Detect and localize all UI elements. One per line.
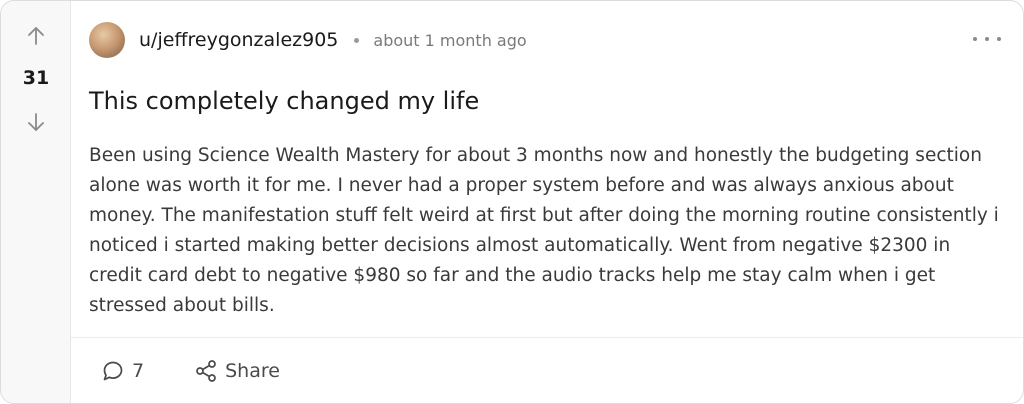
upvote-button[interactable] (23, 23, 49, 49)
vote-rail: 31 (1, 1, 71, 403)
share-nodes-icon (196, 360, 216, 382)
downvote-button[interactable] (23, 109, 49, 135)
post-content: u/jeffreygonzalez905 about 1 month ago T… (71, 1, 1023, 403)
comment-bubble-icon (103, 361, 123, 381)
username-link[interactable]: u/jeffreygonzalez905 (139, 29, 338, 51)
separator-dot (354, 37, 360, 43)
vote-score: 31 (22, 67, 50, 89)
share-button[interactable]: Share (194, 359, 280, 383)
more-horizontal-icon (973, 37, 977, 41)
more-options-button[interactable] (973, 29, 1001, 49)
comment-count: 7 (132, 360, 145, 382)
arrow-down-icon (28, 113, 44, 131)
comments-button[interactable]: 7 (101, 359, 144, 383)
avatar[interactable] (89, 22, 125, 58)
post-header: u/jeffreygonzalez905 about 1 month ago (89, 21, 1009, 59)
post-timestamp: about 1 month ago (373, 30, 527, 50)
arrow-up-icon (28, 27, 44, 45)
post-card: 31 u/jeffreygonzalez905 about 1 month ag… (0, 0, 1024, 404)
post-title: This completely changed my life (89, 87, 480, 115)
divider (71, 337, 1023, 338)
post-body: Been using Science Wealth Mastery for ab… (89, 145, 999, 316)
post-actions: 7 Share (101, 353, 280, 389)
share-label: Share (225, 360, 280, 382)
